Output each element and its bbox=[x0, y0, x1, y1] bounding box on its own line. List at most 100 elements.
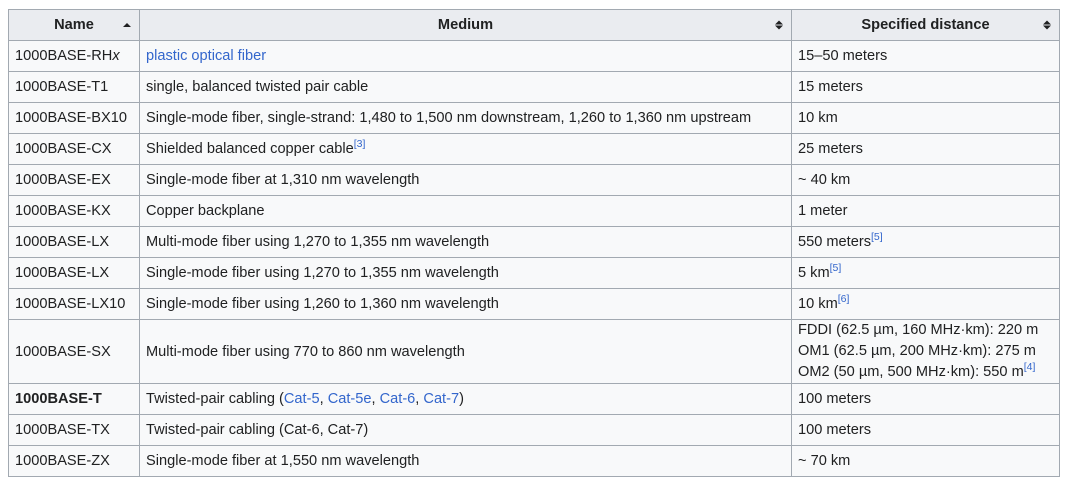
reference-superscript: [5] bbox=[871, 231, 883, 243]
distance-cell: ~ 70 km bbox=[791, 445, 1060, 477]
reference-superscript: [4] bbox=[1024, 361, 1036, 373]
reference-superscript: [3] bbox=[354, 138, 366, 150]
reference-link[interactable]: [5] bbox=[830, 262, 842, 274]
name-cell: 1000BASE-BX10 bbox=[8, 102, 140, 134]
cat-7-link[interactable]: Cat-7 bbox=[423, 391, 459, 407]
cat-5-link[interactable]: Cat-5 bbox=[284, 391, 320, 407]
medium-column-header[interactable]: Medium bbox=[139, 9, 792, 41]
name-cell: 1000BASE-LX bbox=[8, 226, 140, 258]
reference-link[interactable]: [3] bbox=[354, 138, 366, 150]
distance-cell: 15 meters bbox=[791, 71, 1060, 103]
sort-both-icon[interactable] bbox=[775, 20, 783, 30]
distance-text: 15–50 meters bbox=[798, 48, 888, 64]
medium-cell: Multi-mode fiber using 1,270 to 1,355 nm… bbox=[139, 226, 792, 258]
name-cell: 1000BASE-CX bbox=[8, 133, 140, 165]
name-text: 1000BASE-TX bbox=[15, 422, 110, 438]
reference-superscript: [6] bbox=[838, 293, 850, 305]
distance-column-header[interactable]: Specified distance bbox=[791, 9, 1060, 41]
distance-cell: 10 km bbox=[791, 102, 1060, 134]
distance-cell: 100 meters bbox=[791, 383, 1060, 415]
medium-text: Single-mode fiber at 1,310 nm wavelength bbox=[146, 172, 420, 188]
medium-cell: Shielded balanced copper cable[3] bbox=[139, 133, 792, 165]
reference-link[interactable]: [5] bbox=[871, 231, 883, 243]
name-cell: 1000BASE-T1 bbox=[8, 71, 140, 103]
distance-line-om1: OM1 (62.5 µm, 200 MHz·km): 275 m bbox=[798, 343, 1036, 359]
name-cell: 1000BASE-RHx bbox=[8, 40, 140, 72]
distance-line-om2: OM2 (50 µm, 500 MHz·km): 550 m bbox=[798, 364, 1024, 380]
medium-cell: Twisted-pair cabling (Cat-5, Cat-5e, Cat… bbox=[139, 383, 792, 415]
cat-5e-link[interactable]: Cat-5e bbox=[328, 391, 372, 407]
name-text-bold: 1000BASE-T bbox=[15, 391, 102, 407]
medium-text: Twisted-pair cabling (Cat-6, Cat-7) bbox=[146, 422, 369, 438]
cat-6-link[interactable]: Cat-6 bbox=[380, 391, 416, 407]
medium-cell: Single-mode fiber using 1,270 to 1,355 n… bbox=[139, 257, 792, 289]
distance-text: 100 meters bbox=[798, 391, 872, 407]
medium-prefix: Twisted-pair cabling ( bbox=[146, 391, 284, 407]
table-row: 1000BASE-LX Single-mode fiber using 1,27… bbox=[8, 257, 1060, 289]
table-row: 1000BASE-LX Multi-mode fiber using 1,270… bbox=[8, 226, 1060, 258]
distance-text: 1 meter bbox=[798, 203, 848, 219]
distance-cell: 15–50 meters bbox=[791, 40, 1060, 72]
distance-text: 15 meters bbox=[798, 79, 863, 95]
distance-cell: 5 km[5] bbox=[791, 257, 1060, 289]
distance-cell: 1 meter bbox=[791, 195, 1060, 227]
reference-link[interactable]: [4] bbox=[1024, 361, 1036, 373]
name-text: 1000BASE-RH bbox=[15, 48, 113, 64]
table-row: 1000BASE-LX10 Single-mode fiber using 1,… bbox=[8, 288, 1060, 320]
table-row: 1000BASE-RHx plastic optical fiber 15–50… bbox=[8, 40, 1060, 72]
medium-text: single, balanced twisted pair cable bbox=[146, 79, 369, 95]
medium-cell: Single-mode fiber using 1,260 to 1,360 n… bbox=[139, 288, 792, 320]
table-row: 1000BASE-TX Twisted-pair cabling (Cat-6,… bbox=[8, 414, 1060, 446]
medium-separator: , bbox=[319, 391, 328, 407]
sort-both-icon[interactable] bbox=[1043, 20, 1051, 30]
medium-suffix: ) bbox=[459, 391, 464, 407]
name-cell: 1000BASE-KX bbox=[8, 195, 140, 227]
name-text: 1000BASE-CX bbox=[15, 141, 112, 157]
distance-cell: 25 meters bbox=[791, 133, 1060, 165]
name-cell: 1000BASE-ZX bbox=[8, 445, 140, 477]
name-text: 1000BASE-SX bbox=[15, 343, 111, 360]
name-cell: 1000BASE-LX10 bbox=[8, 288, 140, 320]
table-row: 1000BASE-T1 single, balanced twisted pai… bbox=[8, 71, 1060, 103]
name-cell: 1000BASE-TX bbox=[8, 414, 140, 446]
name-text: 1000BASE-KX bbox=[15, 203, 111, 219]
medium-cell: Copper backplane bbox=[139, 195, 792, 227]
gigabit-ethernet-table: Name Medium Specified distance 1000BASE-… bbox=[8, 9, 1060, 477]
name-text: 1000BASE-ZX bbox=[15, 453, 110, 469]
medium-cell: Single-mode fiber, single-strand: 1,480 … bbox=[139, 102, 792, 134]
medium-text: Copper backplane bbox=[146, 203, 265, 219]
table-row: 1000BASE-ZX Single-mode fiber at 1,550 n… bbox=[8, 445, 1060, 477]
name-column-header[interactable]: Name bbox=[8, 9, 140, 41]
medium-text: Shielded balanced copper cable bbox=[146, 141, 354, 157]
name-text: 1000BASE-LX10 bbox=[15, 296, 126, 312]
name-cell: 1000BASE-T bbox=[8, 383, 140, 415]
sort-ascending-icon[interactable] bbox=[123, 23, 131, 27]
table-row: 1000BASE-KX Copper backplane 1 meter bbox=[8, 195, 1060, 227]
plastic-optical-fiber-link[interactable]: plastic optical fiber bbox=[146, 48, 266, 64]
medium-cell: single, balanced twisted pair cable bbox=[139, 71, 792, 103]
distance-cell: ~ 40 km bbox=[791, 164, 1060, 196]
name-text: 1000BASE-EX bbox=[15, 172, 111, 188]
reference-link[interactable]: [6] bbox=[838, 293, 850, 305]
distance-text: ~ 70 km bbox=[798, 453, 851, 469]
distance-text: 10 km bbox=[798, 110, 838, 126]
distance-text: 5 km bbox=[798, 265, 830, 281]
distance-cell: FDDI (62.5 µm, 160 MHz·km): 220 m OM1 (6… bbox=[791, 319, 1060, 384]
medium-separator: , bbox=[371, 391, 380, 407]
name-cell: 1000BASE-SX bbox=[8, 319, 140, 384]
medium-header-label: Medium bbox=[437, 17, 494, 33]
medium-text: Single-mode fiber using 1,270 to 1,355 n… bbox=[146, 265, 499, 281]
medium-cell: plastic optical fiber bbox=[139, 40, 792, 72]
name-cell: 1000BASE-LX bbox=[8, 257, 140, 289]
distance-text: ~ 40 km bbox=[798, 172, 851, 188]
name-header-label: Name bbox=[54, 17, 94, 33]
table-row: 1000BASE-SX Multi-mode fiber using 770 t… bbox=[8, 319, 1060, 384]
medium-text: Single-mode fiber using 1,260 to 1,360 n… bbox=[146, 296, 499, 312]
distance-header-label: Specified distance bbox=[861, 17, 990, 33]
medium-cell: Single-mode fiber at 1,310 nm wavelength bbox=[139, 164, 792, 196]
medium-text: Multi-mode fiber using 770 to 860 nm wav… bbox=[146, 343, 465, 360]
distance-text: 550 meters bbox=[798, 234, 872, 250]
reference-superscript: [5] bbox=[830, 262, 842, 274]
table-row: 1000BASE-CX Shielded balanced copper cab… bbox=[8, 133, 1060, 165]
distance-text: 10 km bbox=[798, 296, 838, 312]
